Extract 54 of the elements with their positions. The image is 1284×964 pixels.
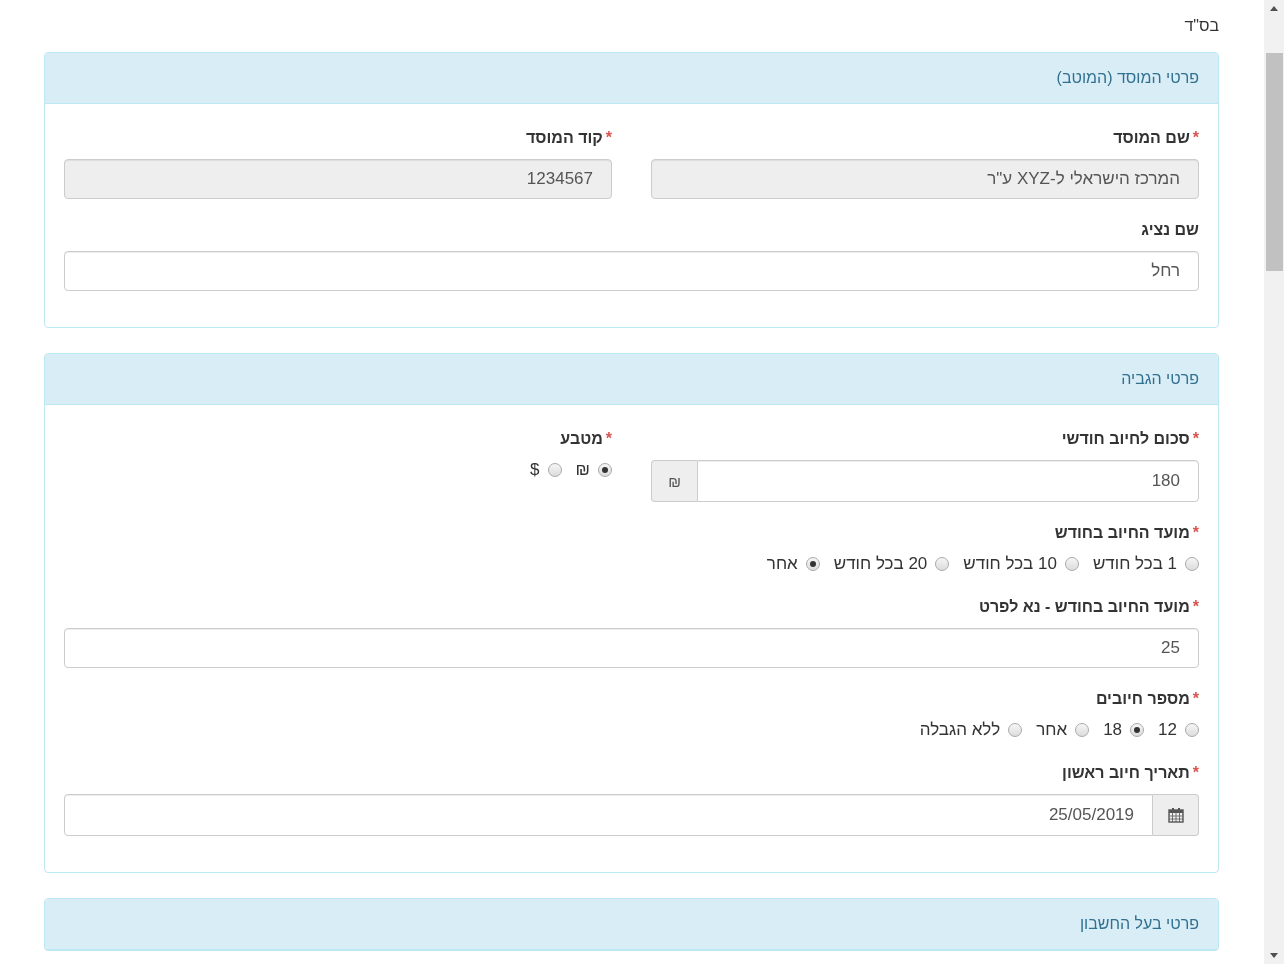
panel-title: פרטי בעל החשבון: [1079, 915, 1199, 933]
radio-label: 10 בכל חודש: [963, 554, 1057, 574]
radio-button[interactable]: [1075, 723, 1090, 737]
radio-button[interactable]: [598, 463, 612, 477]
field-label: מטבע: [560, 430, 603, 448]
header-note: בס"ד: [1184, 17, 1219, 35]
radio-button[interactable]: [1008, 723, 1023, 737]
field-label: תאריך חיוב ראשון: [1062, 764, 1190, 782]
required-mark: *: [1192, 430, 1199, 448]
currency-addon: ₪: [651, 460, 697, 502]
radio-button[interactable]: [1185, 557, 1199, 571]
scrollbar[interactable]: [1264, 0, 1284, 964]
calendar-button[interactable]: [1153, 794, 1199, 836]
required-mark: *: [605, 430, 612, 448]
date-field[interactable]: 25/05/2019: [64, 794, 1153, 836]
radio-label: 12: [1158, 720, 1177, 740]
field-label: שם נציג: [1141, 221, 1199, 239]
calendar-icon: [1167, 807, 1184, 823]
radio-label: $: [530, 460, 540, 480]
field-label: מועד החיוב בחודש: [1054, 524, 1190, 542]
panel-title: פרטי הגביה: [1121, 370, 1199, 388]
radio-button[interactable]: [1064, 557, 1079, 571]
radio-label: ללא הגבלה: [919, 720, 1001, 740]
field-label: שם המוסד: [1113, 129, 1190, 147]
field-label: מספר חיובים: [1095, 690, 1190, 708]
required-mark: *: [605, 129, 612, 147]
radio-button[interactable]: [547, 463, 562, 477]
required-mark: *: [1192, 129, 1199, 147]
radio-button[interactable]: [805, 557, 820, 571]
radio-button[interactable]: [1185, 723, 1199, 737]
radio-label: אחר: [1036, 720, 1068, 740]
text-field[interactable]: 25: [64, 628, 1199, 668]
scroll-down-icon[interactable]: [1270, 953, 1278, 958]
radio-label: 1 בכל חודש: [1092, 554, 1177, 574]
text-field[interactable]: 1234567: [64, 159, 612, 199]
required-mark: *: [1192, 598, 1199, 616]
text-field[interactable]: רחל: [64, 251, 1199, 291]
field-label: קוד המוסד: [525, 129, 603, 147]
radio-label: אחר: [766, 554, 798, 574]
radio-button[interactable]: [935, 557, 950, 571]
required-mark: *: [1192, 690, 1199, 708]
field-label: מועד החיוב בחודש - נא לפרט: [978, 598, 1190, 616]
scrollbar-thumb[interactable]: [1265, 53, 1283, 271]
radio-label: 20 בכל חודש: [833, 554, 928, 574]
radio-label: 18: [1103, 720, 1123, 740]
text-field[interactable]: המרכז הישראלי ל-XYZ ע"ר: [651, 159, 1199, 199]
required-mark: *: [1192, 524, 1199, 542]
amount-field[interactable]: 180: [697, 460, 1199, 502]
radio-label: ₪: [575, 460, 590, 480]
scroll-up-icon[interactable]: [1270, 6, 1278, 11]
radio-button[interactable]: [1130, 723, 1145, 737]
field-label: סכום לחיוב חודשי: [1061, 430, 1190, 448]
required-mark: *: [1192, 764, 1199, 782]
panel-title: פרטי המוסד (המוטב): [1056, 69, 1199, 87]
